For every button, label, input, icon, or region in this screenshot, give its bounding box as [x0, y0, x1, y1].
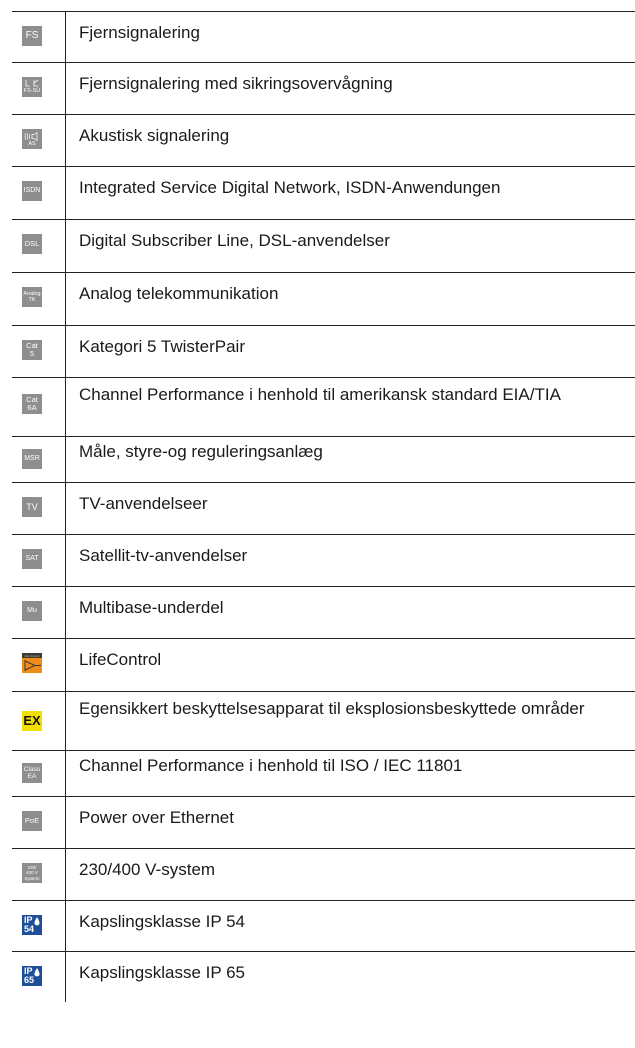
- legend-row: Cat 6A Channel Performance i henhold til …: [12, 377, 635, 436]
- legend-row: 230/400 V System 230/400 V-system: [12, 848, 635, 900]
- msr-icon: MSR: [22, 449, 42, 469]
- fs-su-icon: FS-SÜ: [22, 77, 42, 97]
- legend-text: LifeControl: [79, 650, 162, 669]
- legend-row: Class EA Channel Performance i henhold ti…: [12, 750, 635, 796]
- ip65-icon: IP 65: [22, 966, 42, 986]
- sat-icon: SAT: [22, 549, 42, 569]
- legend-row: SAT Satellit-tv-anvendelser: [12, 534, 635, 586]
- ex-icon: EX: [22, 711, 42, 731]
- legend-text: Channel Performance i henhold til ISO / …: [79, 756, 463, 775]
- mu-icon: Mu: [22, 601, 42, 621]
- lifecontrol-icon: Life Control: [22, 653, 42, 673]
- lifecontrol-label: Life Control: [24, 654, 40, 658]
- 230-400v-system-icon: 230/400 V System: [22, 863, 42, 883]
- legend-row: IP 65 Kapslingsklasse IP 65: [12, 951, 635, 1002]
- legend-text: Power over Ethernet: [79, 808, 234, 827]
- cat5-icon: Cat 5: [22, 340, 42, 360]
- legend-text: Integrated Service Digital Network, ISDN…: [79, 178, 501, 197]
- class-ea-icon: Class EA: [22, 763, 42, 783]
- legend-row: DSL Digital Subscriber Line, DSL-anvende…: [12, 219, 635, 272]
- water-drop-icon: [34, 917, 40, 926]
- ip54-icon: IP 54: [22, 915, 42, 935]
- legend-row: Analog TK Analog telekommunikation: [12, 272, 635, 325]
- legend-text: Fjernsignalering: [79, 23, 200, 42]
- cat6a-icon: Cat 6A: [22, 394, 42, 414]
- legend-text: Satellit-tv-anvendelser: [79, 546, 248, 565]
- isdn-icon: ISDN: [22, 181, 42, 201]
- legend-row: Cat 5 Kategori 5 TwisterPair: [12, 325, 635, 377]
- legend-text: Digital Subscriber Line, DSL-anvendelser: [79, 231, 390, 250]
- legend-row: ISDN Integrated Service Digital Network,…: [12, 166, 635, 219]
- water-drop-icon: [34, 968, 40, 977]
- legend-row: AS Akustisk signalering: [12, 114, 635, 166]
- legend-text: Kapslingsklasse IP 54: [79, 912, 246, 931]
- legend-text: Måle, styre-og reguleringsanlæg: [79, 442, 323, 461]
- fs-icon: FS: [22, 26, 42, 46]
- legend-text: Kapslingsklasse IP 65: [79, 963, 246, 982]
- legend-row: FS-SÜ Fjernsignalering med sikringsoverv…: [12, 62, 635, 114]
- legend-text: Egensikkert beskyttelsesapparat til eksp…: [79, 699, 585, 718]
- symbol-legend: FS Fjernsignalering FS-SÜ Fjernsignaleri…: [12, 11, 635, 1002]
- legend-row: PoE Power over Ethernet: [12, 796, 635, 848]
- legend-row: TV TV-anvendelseer: [12, 482, 635, 534]
- as-speaker-icon: AS: [22, 129, 42, 149]
- legend-row: EX Egensikkert beskyttelsesapparat til e…: [12, 691, 635, 750]
- legend-text: Kategori 5 TwisterPair: [79, 337, 245, 356]
- legend-row: Mu Multibase-underdel: [12, 586, 635, 638]
- legend-text: Akustisk signalering: [79, 126, 230, 145]
- dsl-icon: DSL: [22, 234, 42, 254]
- legend-row: IP 54 Kapslingsklasse IP 54: [12, 900, 635, 951]
- legend-row: Life Control LifeControl: [12, 638, 635, 691]
- legend-row: MSR Måle, styre-og reguleringsanlæg: [12, 436, 635, 482]
- legend-text: Analog telekommunikation: [79, 284, 279, 303]
- legend-text: TV-anvendelseer: [79, 494, 208, 513]
- legend-text: Fjernsignalering med sikringsovervågning: [79, 74, 393, 93]
- tv-icon: TV: [22, 497, 42, 517]
- poe-icon: PoE: [22, 811, 42, 831]
- legend-text: 230/400 V-system: [79, 860, 216, 879]
- legend-row: FS Fjernsignalering: [12, 11, 635, 62]
- legend-text: Multibase-underdel: [79, 598, 224, 617]
- analog-tk-icon: Analog TK: [22, 287, 42, 307]
- legend-text: Channel Performance i henhold til amerik…: [79, 385, 561, 404]
